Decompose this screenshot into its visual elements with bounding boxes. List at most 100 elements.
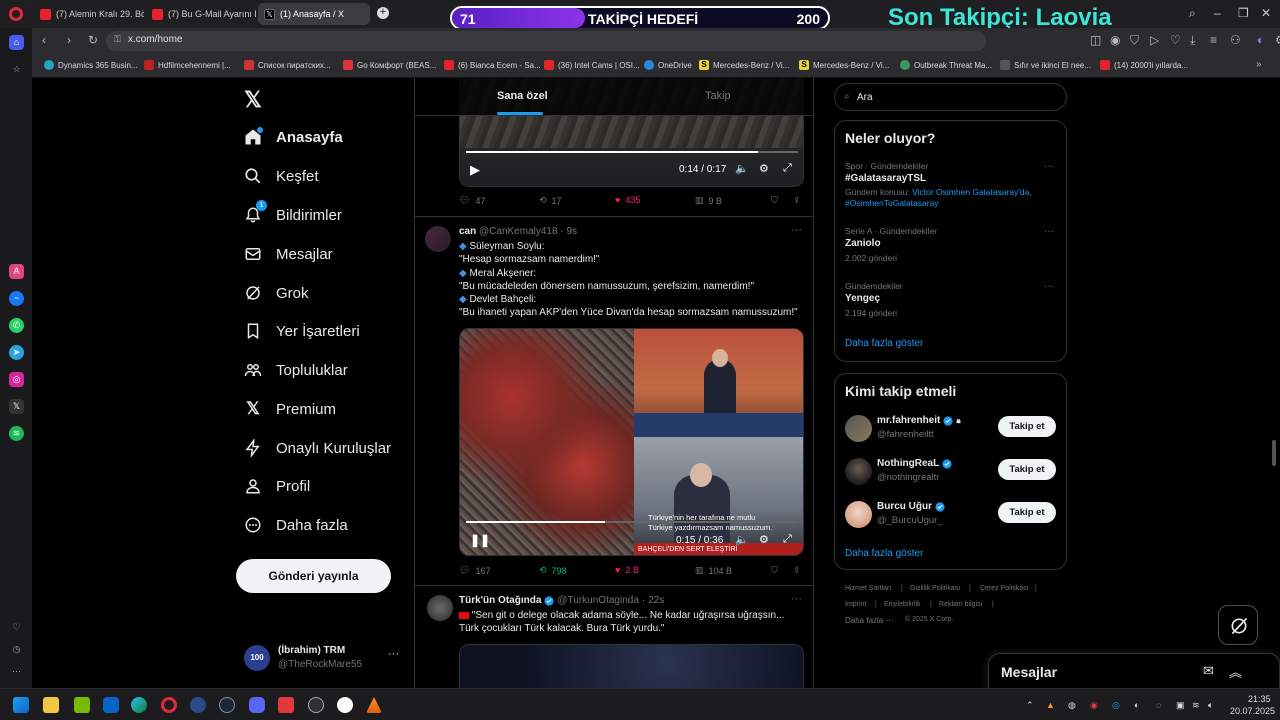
discord-icon[interactable] — [249, 697, 265, 713]
footer-link[interactable]: Erişilebilirlik — [884, 601, 921, 608]
volume-icon[interactable]: 🔈 — [735, 162, 749, 175]
follow-button[interactable]: Takip et — [998, 502, 1056, 523]
heart-icon[interactable]: ♡ — [1170, 33, 1181, 47]
author-avatar[interactable] — [425, 226, 451, 252]
account-switcher[interactable]: 100 (İbrahim) TRM @TheRockMare55 ··· — [244, 643, 404, 673]
suggestion-avatar[interactable] — [845, 415, 872, 442]
bookmark-item[interactable]: Hdfilmcehennemi |... — [144, 60, 231, 70]
vlc-icon[interactable] — [366, 697, 382, 713]
bookmark-item[interactable]: (36) Intel Cams | OSI... — [544, 60, 640, 70]
author-handle[interactable]: @TurkunOtaginda — [557, 595, 639, 606]
reload-icon[interactable]: ↻ — [88, 33, 98, 47]
suggestion-avatar[interactable] — [845, 501, 872, 528]
post-more-icon[interactable]: ··· — [791, 224, 802, 236]
bookmark-item[interactable]: Go Комфорт (BEAS... — [343, 60, 436, 70]
post-time[interactable]: 9s — [566, 226, 577, 237]
reply-button[interactable]: 💬︎ 47 — [459, 195, 485, 206]
tray-vlc-icon[interactable]: ▲ — [1046, 700, 1055, 710]
tray-app-icon[interactable]: ◐ — [1134, 700, 1139, 710]
bookmark-item[interactable]: Список пиратских... — [244, 60, 331, 70]
nav-communities[interactable]: Topluluklar — [244, 355, 348, 385]
profile-icon[interactable]: ⚇ — [1230, 33, 1241, 47]
bookmark-icon[interactable]: ⛉ — [771, 195, 778, 206]
nav-profile[interactable]: Profil — [244, 471, 310, 501]
settings-icon[interactable]: ⚙ — [1275, 33, 1280, 47]
star-icon[interactable]: ☆ — [9, 62, 24, 77]
search-box[interactable]: ⌕ Ara — [834, 83, 1067, 111]
settings-icon[interactable]: ⚙ — [759, 162, 769, 175]
opera-icon[interactable] — [161, 697, 177, 713]
tray-app-icon[interactable]: ◍ — [1068, 700, 1076, 711]
settings-icon[interactable]: ⚙ — [759, 533, 769, 546]
tray-app-icon[interactable]: ▣ — [1176, 700, 1185, 711]
follow-button[interactable]: Takip et — [998, 416, 1056, 437]
views-button[interactable]: ▥ 104 B — [695, 565, 732, 576]
whatsapp-icon[interactable]: ✆ — [9, 318, 24, 333]
instagram-icon[interactable]: ◎ — [9, 372, 24, 387]
bookmark-item[interactable]: Sıfır ve ikinci El nee... — [1000, 60, 1091, 70]
aria-icon[interactable]: A — [9, 264, 24, 279]
post-time[interactable]: 22s — [648, 595, 664, 606]
post-video[interactable]: Türkiye'nin her tarafına ne mutlu Türkiy… — [459, 328, 804, 556]
x-icon[interactable]: 𝕏 — [9, 399, 24, 414]
opera-logo-icon[interactable] — [9, 7, 23, 21]
home-icon[interactable]: ⌂ — [9, 35, 24, 50]
like-button[interactable]: ♥ 435 — [615, 195, 640, 205]
footer-link[interactable]: Reklam bilgisi — [939, 601, 982, 608]
search-tabs-icon[interactable]: ⌕ — [1189, 6, 1196, 21]
bookmark-item[interactable]: OneDrive — [644, 60, 692, 70]
footer-link[interactable]: Imprint — [845, 601, 866, 608]
wifi-icon[interactable]: ≋ — [1192, 700, 1200, 711]
bookmark-item[interactable]: (14) 2000'li yıllarda... — [1100, 60, 1188, 70]
bookmark-item[interactable]: S Mercedes-Benz / Vi... — [699, 60, 789, 70]
fullscreen-icon[interactable]: ⤢ — [783, 162, 792, 175]
trend-name[interactable]: Yengeç — [845, 293, 880, 304]
camera-icon[interactable]: ◉ — [1110, 33, 1120, 47]
snapshot-icon[interactable]: ◫ — [1090, 33, 1101, 47]
chevron-up-icon[interactable]: ︽ — [1229, 662, 1242, 681]
author-avatar[interactable] — [427, 595, 453, 621]
browser-tab-active[interactable]: 𝕏 (1) Anasayfa / X — [258, 3, 370, 25]
volume-icon[interactable]: 🔈︎ — [1208, 700, 1213, 711]
nav-grok[interactable]: Grok — [244, 278, 309, 308]
footer-link[interactable]: Çerez Politikası — [980, 585, 1029, 592]
bookmark-item[interactable]: Outbreak Threat Ma... — [900, 60, 992, 70]
follow-button[interactable]: Takip et — [998, 459, 1056, 480]
author-name[interactable]: Türk'ün Otağında — [459, 595, 541, 606]
trend-more-icon[interactable]: ··· — [1044, 161, 1054, 172]
footer-link[interactable]: Gizlilik Politikası — [910, 585, 960, 592]
nav-more[interactable]: Daha fazla — [244, 510, 348, 540]
author-name[interactable]: can — [459, 226, 476, 237]
search-app-icon[interactable] — [337, 697, 353, 713]
browser-tab[interactable]: (7) Bu G-Mail Ayarını HEM — [146, 3, 256, 25]
share-icon[interactable]: ⇪ — [793, 195, 801, 206]
nav-bookmarks[interactable]: Yer İşaretleri — [244, 316, 360, 346]
menu-icon[interactable]: ≡ — [1210, 33, 1217, 47]
app-icon[interactable] — [278, 697, 294, 713]
outlook-icon[interactable] — [103, 697, 119, 713]
clock-date[interactable]: 20.07.2025 — [1230, 706, 1275, 716]
bookmark-icon[interactable]: ⛉ — [771, 565, 778, 576]
messages-drawer[interactable]: Mesajlar ✉ ︽ — [988, 653, 1280, 689]
windows-start-icon[interactable] — [13, 697, 29, 713]
nav-explore[interactable]: Keşfet — [244, 161, 319, 191]
more-icon[interactable]: ⋯ — [9, 664, 24, 679]
volume-icon[interactable]: 🔈 — [735, 533, 749, 546]
minimize-icon[interactable]: – — [1214, 6, 1221, 20]
trend-name[interactable]: #GalatasarayTSL — [845, 173, 926, 184]
pause-icon[interactable]: ❚❚ — [470, 533, 490, 547]
aria-icon[interactable]: ◐ — [1257, 33, 1264, 47]
author-handle[interactable]: @CanKemaly418 — [479, 226, 558, 237]
spotify-icon[interactable]: ≋ — [9, 426, 24, 441]
show-more-link[interactable]: Daha fazla göster — [845, 338, 923, 349]
play-icon[interactable]: ▷ — [1150, 33, 1159, 47]
post-more-icon[interactable]: ··· — [791, 593, 802, 605]
address-bar[interactable]: ⚿ x.com/home — [106, 31, 986, 51]
tray-app-icon[interactable]: ◉ — [1090, 700, 1098, 711]
nav-messages[interactable]: Mesajlar — [244, 239, 333, 269]
tab-following[interactable]: Takip — [705, 90, 731, 102]
x-logo-icon[interactable]: 𝕏 — [244, 87, 262, 113]
browser-tab[interactable]: (7) Alemin Kralı 29. Bölüm — [34, 3, 144, 25]
views-button[interactable]: ▥ 9 B — [695, 195, 722, 206]
post-media[interactable] — [459, 644, 804, 688]
